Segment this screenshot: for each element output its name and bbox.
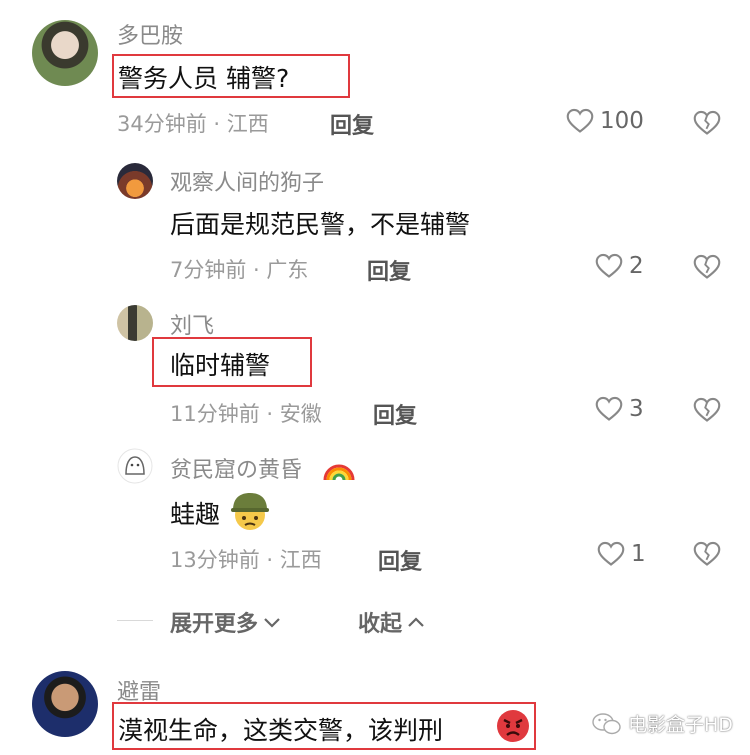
like-button[interactable]: 2 [595, 253, 644, 279]
comment-text: 蛙趣 [170, 500, 221, 529]
like-count: 2 [629, 253, 644, 279]
reply-1: 观察人间的狗子 后面是规范民警，不是辅警 7分钟前 · 广东 回复 2 [0, 150, 750, 290]
comment-meta: 7分钟前 · 广东 [170, 258, 309, 282]
heart-outline-icon [566, 108, 594, 133]
like-button[interactable]: 1 [597, 541, 646, 567]
military-helmet-emoji [231, 493, 269, 530]
like-count: 3 [629, 396, 644, 422]
heart-outline-icon [597, 541, 625, 566]
reply-button[interactable]: 回复 [373, 398, 417, 430]
reply-2: 刘飞 临时辅警 11分钟前 · 安徽 回复 3 [0, 290, 750, 435]
wechat-logo-icon [592, 712, 621, 734]
broken-heart-icon[interactable] [693, 110, 721, 136]
reply-button[interactable]: 回复 [330, 108, 374, 140]
expand-more-button[interactable]: 展开更多 [170, 606, 282, 638]
rainbow-emoji [323, 464, 355, 481]
avatar[interactable] [117, 305, 153, 341]
angry-face-emoji [497, 710, 529, 742]
commenter-name[interactable]: 多巴胺 [117, 18, 183, 50]
expand-more-label: 展开更多 [170, 612, 259, 637]
broken-heart-icon[interactable] [693, 397, 721, 423]
watermark-text: 电影盒子HD [628, 714, 733, 736]
broken-heart-icon[interactable] [693, 254, 721, 280]
comment-text: 后面是规范民警，不是辅警 [170, 210, 471, 239]
reply-button[interactable]: 回复 [378, 544, 422, 576]
broken-heart-icon[interactable] [693, 541, 721, 567]
collapse-button[interactable]: 收起 [358, 606, 426, 638]
comment-text: 临时辅警 [170, 351, 271, 380]
commenter-name[interactable]: 观察人间的狗子 [170, 165, 324, 197]
heart-outline-icon [595, 253, 623, 278]
comment-text: 漠视生命，这类交警，该判刑 [118, 716, 444, 745]
avatar[interactable] [117, 163, 153, 199]
heart-outline-icon [595, 396, 623, 421]
commenter-name[interactable]: 刘飞 [170, 308, 214, 340]
comment-1: 多巴胺 警务人员 辅警? 34分钟前 · 江西 回复 100 [0, 0, 750, 150]
chevron-down-icon [264, 618, 280, 628]
collapse-label: 收起 [358, 612, 403, 637]
comment-meta: 34分钟前 · 江西 [117, 112, 269, 136]
like-count: 1 [631, 541, 646, 567]
avatar[interactable] [32, 671, 98, 737]
avatar[interactable] [32, 20, 98, 86]
comment-meta: 13分钟前 · 江西 [170, 548, 322, 572]
like-button[interactable]: 100 [566, 108, 644, 134]
reply-3: 贫民窟の黄昏 蛙趣 13分钟前 · 江西 回复 1 [0, 435, 750, 585]
reply-button[interactable]: 回复 [367, 254, 411, 286]
comment-text: 警务人员 辅警? [118, 64, 290, 93]
watermark: 电影盒子HD [592, 710, 733, 737]
like-count: 100 [600, 108, 644, 134]
divider [117, 620, 153, 621]
comment-meta: 11分钟前 · 安徽 [170, 402, 322, 426]
chevron-up-icon [408, 617, 424, 627]
like-button[interactable]: 3 [595, 396, 644, 422]
avatar[interactable] [117, 448, 153, 484]
comment-2: 避雷 漠视生命，这类交警，该判刑 [0, 660, 750, 755]
commenter-name[interactable]: 贫民窟の黄昏 [170, 452, 302, 484]
